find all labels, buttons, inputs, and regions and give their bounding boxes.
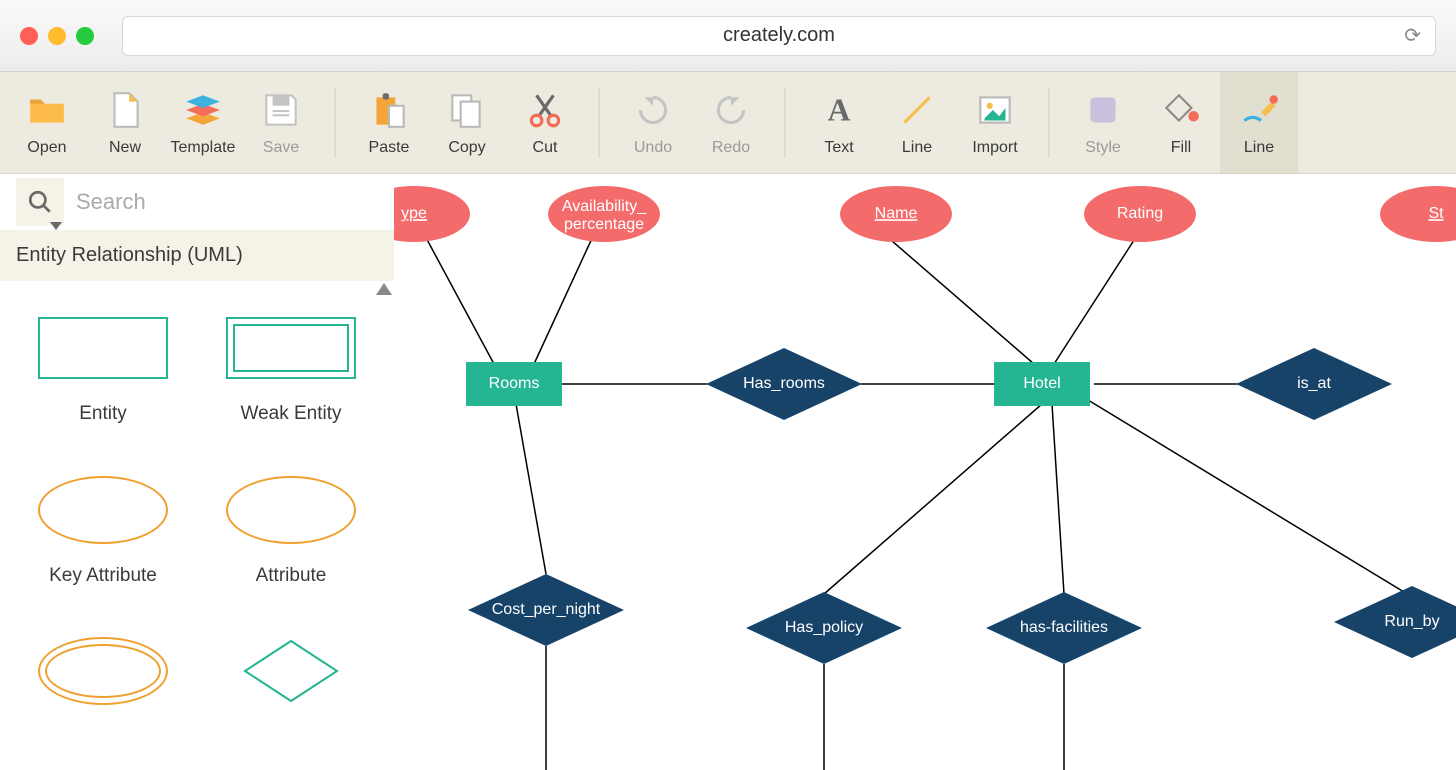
text-icon: A [818,89,860,131]
er-edge[interactable] [516,404,546,574]
toolbar-separator [1048,88,1050,158]
undo-icon [632,89,674,131]
er-entity-label: Rooms [489,375,540,392]
paste-icon [368,89,410,131]
er-attr-label: Availability_ [562,198,647,215]
er-entity-label: Hotel [1023,375,1060,392]
fill-bucket-icon [1160,89,1202,131]
folder-icon [26,89,68,131]
search-icon[interactable] [16,178,64,226]
er-attr-label: Name [875,205,918,222]
toolbar: Open New Template Save Paste [0,72,1456,174]
shape-attribute[interactable]: Attribute [206,473,376,601]
er-edge[interactable] [824,404,1042,594]
save-button[interactable]: Save [242,72,320,173]
redo-icon [710,89,752,131]
diagram-canvas[interactable]: ype Availability_percentage Name Rating St Ro… [394,174,1456,770]
line-draw-button[interactable]: Line [1220,72,1298,173]
maximize-window-icon[interactable] [76,27,94,45]
er-rel-label: has-facilities [1020,619,1108,636]
minimize-window-icon[interactable] [48,27,66,45]
template-stack-icon [182,89,224,131]
copy-button[interactable]: Copy [428,72,506,173]
traffic-lights [20,27,94,45]
fill-button[interactable]: Fill [1142,72,1220,173]
shape-multivalued[interactable] [18,634,188,740]
er-attr-label: percentage [564,216,644,233]
shape-category-header[interactable]: Entity Relationship (UML) [0,230,394,281]
er-attr-label: ype [401,205,427,222]
shape-key-attribute[interactable]: Key Attribute [18,473,188,601]
shape-panel: Entity Weak Entity Key Attribute Attribu… [0,281,394,770]
import-icon [974,89,1016,131]
save-icon [260,89,302,131]
browser-chrome: creately.com ⟳ [0,0,1456,72]
new-file-icon [104,89,146,131]
open-button[interactable]: Open [8,72,86,173]
url-text: creately.com [723,24,835,47]
new-button[interactable]: New [86,72,164,173]
toolbar-separator [598,88,600,158]
close-window-icon[interactable] [20,27,38,45]
er-edge[interactable] [884,234,1034,364]
copy-icon [446,89,488,131]
er-rel-label: Has_policy [785,619,863,636]
url-bar[interactable]: creately.com ⟳ [122,16,1436,56]
er-attribute-st[interactable] [1380,186,1456,242]
er-edge[interactable] [424,234,494,364]
cut-icon [524,89,566,131]
shape-entity[interactable]: Entity [18,311,188,439]
er-rel-label: Has_rooms [743,375,825,392]
er-diagram-svg: ype Availability_percentage Name Rating St Ro… [394,174,1456,770]
pencil-line-icon [1238,89,1280,131]
paste-button[interactable]: Paste [350,72,428,173]
search-dropdown-icon[interactable] [50,222,62,230]
er-rel-label: Run_by [1384,613,1439,630]
search-input[interactable] [64,181,378,223]
er-edge[interactable] [1054,234,1138,364]
er-rel-label: Cost_per_night [492,601,601,618]
style-button[interactable]: Style [1064,72,1142,173]
er-rel-label: is_at [1297,375,1331,392]
toolbar-separator [334,88,336,158]
template-button[interactable]: Template [164,72,242,173]
search-row [0,174,394,230]
shape-sidebar: Entity Relationship (UML) Entity Weak En… [0,174,394,770]
text-button[interactable]: A Text [800,72,878,173]
shape-relationship[interactable] [206,634,376,740]
redo-button[interactable]: Redo [692,72,770,173]
cut-button[interactable]: Cut [506,72,584,173]
undo-button[interactable]: Undo [614,72,692,173]
scroll-up-icon[interactable] [376,283,392,295]
svg-text:A: A [828,92,851,127]
er-edge[interactable] [534,234,594,364]
main-content: Entity Relationship (UML) Entity Weak En… [0,174,1456,770]
line-icon [896,89,938,131]
er-attr-label: Rating [1117,205,1163,222]
reload-icon[interactable]: ⟳ [1404,23,1421,48]
er-edge[interactable] [1088,400,1404,592]
shape-weak-entity[interactable]: Weak Entity [206,311,376,439]
style-rect-icon [1082,89,1124,131]
import-button[interactable]: Import [956,72,1034,173]
er-attr-label: St [1428,205,1444,222]
er-edge[interactable] [1052,404,1064,594]
line-insert-button[interactable]: Line [878,72,956,173]
toolbar-separator [784,88,786,158]
